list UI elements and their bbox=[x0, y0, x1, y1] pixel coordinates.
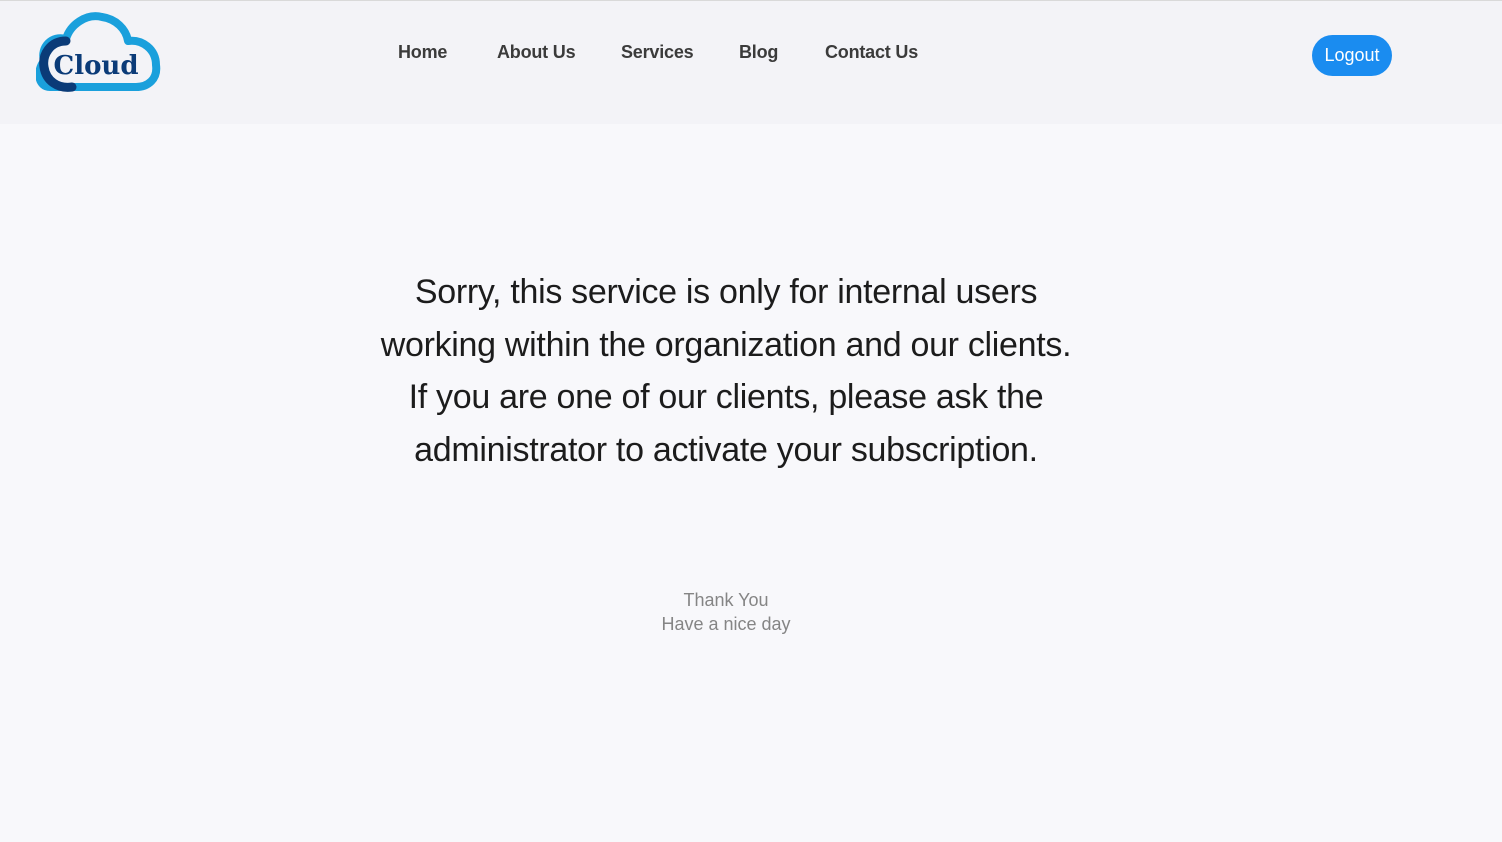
nav-blog[interactable]: Blog bbox=[739, 42, 778, 63]
logout-button[interactable]: Logout bbox=[1312, 35, 1392, 76]
access-denied-message: Sorry, this service is only for internal… bbox=[380, 273, 1072, 469]
nice-day-text: Have a nice day bbox=[661, 614, 791, 634]
nav-about-us[interactable]: About Us bbox=[497, 42, 576, 63]
nav-services[interactable]: Services bbox=[621, 42, 694, 63]
closing-note: Thank You Have a nice day bbox=[576, 588, 876, 636]
cloud-logo[interactable]: Cloud bbox=[35, 11, 162, 93]
logo-text: Cloud bbox=[54, 51, 139, 81]
nav-contact-us[interactable]: Contact Us bbox=[825, 42, 918, 63]
thank-you-text: Thank You bbox=[683, 590, 769, 610]
nav-home[interactable]: Home bbox=[398, 42, 447, 63]
site-header: Cloud Home About Us Services Blog Contac… bbox=[0, 1, 1502, 124]
cloud-logo-icon: Cloud bbox=[35, 12, 161, 92]
